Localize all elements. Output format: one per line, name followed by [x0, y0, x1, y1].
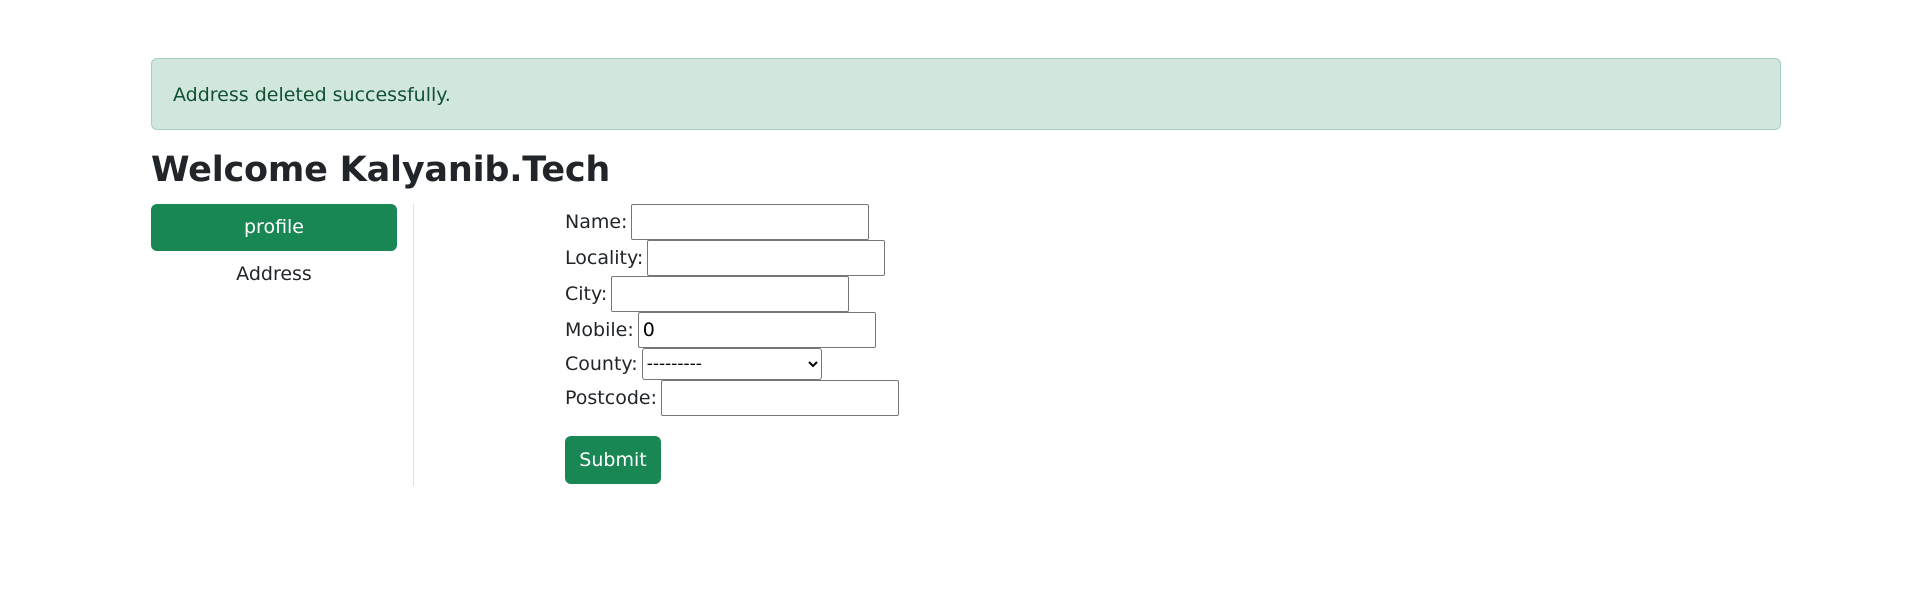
name-row: Name:	[565, 204, 899, 240]
submit-button[interactable]: Submit	[565, 436, 661, 484]
sidebar-item-profile[interactable]: profile	[151, 204, 397, 251]
name-label: Name:	[565, 211, 628, 233]
sidebar: profile Address	[151, 204, 414, 486]
sidebar-item-label: Address	[236, 263, 312, 285]
postcode-field[interactable]	[660, 380, 899, 416]
locality-field[interactable]	[647, 240, 886, 276]
county-select[interactable]: ---------	[641, 348, 822, 380]
postcode-row: Postcode:	[565, 380, 899, 416]
address-form: Name: Locality: City: Mobile: County: --…	[565, 204, 899, 484]
locality-row: Locality:	[565, 240, 899, 276]
city-label: City:	[565, 283, 608, 305]
county-label: County:	[565, 353, 638, 375]
county-row: County: ---------	[565, 348, 899, 380]
mobile-field[interactable]	[637, 312, 876, 348]
postcode-label: Postcode:	[565, 387, 657, 409]
locality-label: Locality:	[565, 247, 644, 269]
page-container: Address deleted successfully. Welcome Ka…	[151, 58, 1781, 486]
city-field[interactable]	[611, 276, 850, 312]
page-title: Welcome Kalyanib.Tech	[151, 150, 611, 190]
sidebar-item-label: profile	[243, 216, 304, 238]
city-row: City:	[565, 276, 899, 312]
alert-message: Address deleted successfully.	[173, 84, 451, 106]
name-field[interactable]	[631, 204, 870, 240]
mobile-row: Mobile:	[565, 312, 899, 348]
success-alert: Address deleted successfully.	[151, 58, 1781, 130]
mobile-label: Mobile:	[565, 319, 634, 341]
sidebar-item-address[interactable]: Address	[151, 251, 397, 298]
